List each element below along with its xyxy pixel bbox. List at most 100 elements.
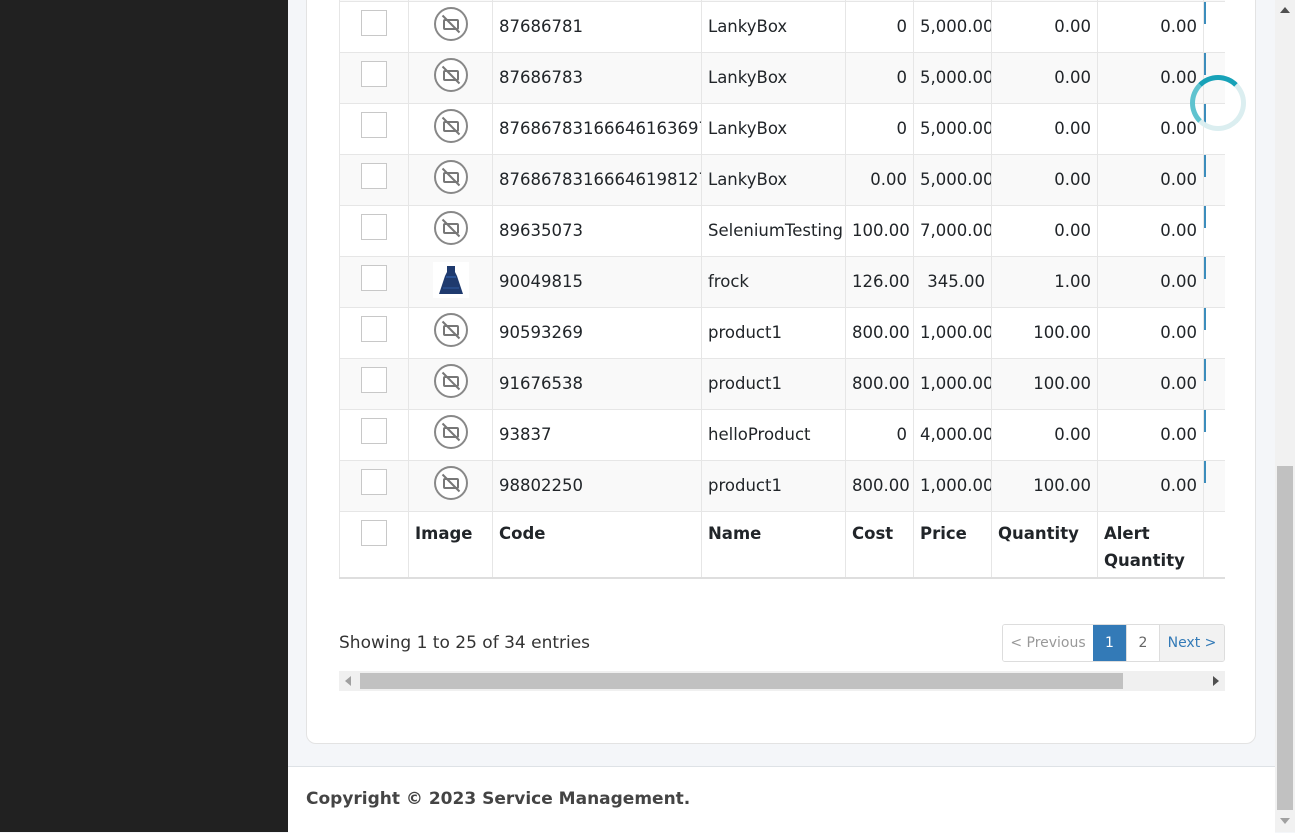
product-image-cell[interactable] bbox=[408, 256, 493, 307]
previous-page-button[interactable]: < Previous bbox=[1003, 625, 1093, 661]
product-name: product1 bbox=[701, 307, 846, 358]
action-button-edge[interactable] bbox=[1204, 307, 1206, 330]
table-row[interactable]: 90593269 product1 800.00 1,000.00 100.00 0.00 bbox=[339, 307, 1225, 358]
action-button-edge[interactable] bbox=[1204, 154, 1206, 177]
product-alert-quantity: 0.00 bbox=[1097, 409, 1204, 460]
action-button-edge[interactable] bbox=[1204, 409, 1206, 432]
product-price: 1,000.00 bbox=[913, 307, 992, 358]
vertical-scrollbar[interactable] bbox=[1275, 0, 1295, 832]
table-row[interactable]: 90049815 frock 126.00 345.00 1.00 0.00 bbox=[339, 256, 1225, 307]
row-select-cell bbox=[339, 256, 409, 307]
table-row[interactable]: 89635073 SeleniumTesting 100.00 7,000.00 0.0… bbox=[339, 205, 1225, 256]
column-header-price[interactable]: Price bbox=[913, 511, 992, 578]
product-cost: 0 bbox=[845, 1, 914, 52]
row-actions-cell bbox=[1203, 460, 1225, 511]
select-all-checkbox[interactable] bbox=[361, 519, 387, 546]
horizontal-scrollbar[interactable] bbox=[339, 671, 1225, 691]
product-code: 87686783 bbox=[492, 52, 702, 103]
row-actions-cell bbox=[1203, 1, 1225, 52]
product-quantity: 100.00 bbox=[991, 460, 1098, 511]
scroll-down-arrow-icon[interactable] bbox=[1280, 818, 1290, 824]
table-body: 86429799product1800.001,000.00100.000.00… bbox=[339, 0, 1225, 511]
product-image-cell[interactable] bbox=[408, 205, 493, 256]
action-button-edge[interactable] bbox=[1204, 358, 1206, 381]
row-checkbox[interactable] bbox=[361, 111, 387, 138]
column-header-quantity[interactable]: Quantity bbox=[991, 511, 1098, 578]
products-table: 86429799product1800.001,000.00100.000.00… bbox=[339, 0, 1225, 579]
row-select-cell bbox=[339, 1, 409, 52]
row-checkbox[interactable] bbox=[361, 468, 387, 495]
table-row[interactable]: 876867831666461981273 LankyBox 0.00 5,000.0… bbox=[339, 154, 1225, 205]
row-actions-cell bbox=[1203, 154, 1225, 205]
action-button-edge[interactable] bbox=[1204, 460, 1206, 483]
product-image-cell[interactable] bbox=[408, 307, 493, 358]
column-header-name[interactable]: Name bbox=[701, 511, 846, 578]
action-button-edge[interactable] bbox=[1204, 52, 1206, 75]
column-header-cost[interactable]: Cost bbox=[845, 511, 914, 578]
table-row[interactable]: 91676538 product1 800.00 1,000.00 100.00 0.00 bbox=[339, 358, 1225, 409]
table-row[interactable]: 98802250 product1 800.00 1,000.00 100.00 0.00 bbox=[339, 460, 1225, 511]
product-image-cell[interactable] bbox=[408, 103, 493, 154]
pagination: < Previous 1 2 Next > bbox=[1002, 624, 1225, 662]
column-header-code[interactable]: Code bbox=[492, 511, 702, 578]
product-quantity: 0.00 bbox=[991, 409, 1098, 460]
scroll-left-arrow-icon[interactable] bbox=[345, 676, 351, 686]
row-select-cell bbox=[339, 409, 409, 460]
product-alert-quantity: 0.00 bbox=[1097, 358, 1204, 409]
product-code: 98802250 bbox=[492, 460, 702, 511]
horizontal-scroll-thumb[interactable] bbox=[360, 673, 1123, 689]
product-code: 87686781 bbox=[492, 1, 702, 52]
product-price: 5,000.00 bbox=[913, 154, 992, 205]
scroll-up-arrow-icon[interactable] bbox=[1280, 7, 1290, 13]
table-row[interactable]: 87686781 LankyBox 0 5,000.00 0.00 0.00 bbox=[339, 1, 1225, 52]
row-checkbox[interactable] bbox=[361, 9, 387, 36]
table-row[interactable]: 93837 helloProduct 0 4,000.00 0.00 0.00 bbox=[339, 409, 1225, 460]
page-1-button[interactable]: 1 bbox=[1093, 625, 1126, 661]
row-checkbox[interactable] bbox=[361, 417, 387, 444]
product-code: 89635073 bbox=[492, 205, 702, 256]
product-image-cell[interactable] bbox=[408, 1, 493, 52]
select-all-cell bbox=[339, 511, 409, 578]
product-image-cell[interactable] bbox=[408, 154, 493, 205]
row-checkbox[interactable] bbox=[361, 213, 387, 240]
row-checkbox[interactable] bbox=[361, 366, 387, 393]
main-content: 86429799product1800.001,000.00100.000.00… bbox=[288, 0, 1275, 833]
product-quantity: 0.00 bbox=[991, 1, 1098, 52]
product-code: 93837 bbox=[492, 409, 702, 460]
column-header-alert-quantity[interactable]: Alert Quantity bbox=[1097, 511, 1204, 578]
row-checkbox[interactable] bbox=[361, 162, 387, 189]
action-button-edge[interactable] bbox=[1204, 205, 1206, 228]
product-image-cell[interactable] bbox=[408, 358, 493, 409]
product-image-cell[interactable] bbox=[408, 409, 493, 460]
table-info: Showing 1 to 25 of 34 entries bbox=[339, 633, 591, 653]
table-row[interactable]: 87686783 LankyBox 0 5,000.00 0.00 0.00 bbox=[339, 52, 1225, 103]
product-name: helloProduct bbox=[701, 409, 846, 460]
vertical-scroll-thumb[interactable] bbox=[1277, 466, 1293, 810]
product-quantity: 0.00 bbox=[991, 205, 1098, 256]
row-checkbox[interactable] bbox=[361, 60, 387, 87]
page-2-button[interactable]: 2 bbox=[1126, 625, 1159, 661]
product-quantity: 0.00 bbox=[991, 52, 1098, 103]
product-price: 1,000.00 bbox=[913, 460, 992, 511]
row-checkbox[interactable] bbox=[361, 264, 387, 291]
row-checkbox[interactable] bbox=[361, 315, 387, 342]
product-cost: 0 bbox=[845, 409, 914, 460]
product-name: product1 bbox=[701, 460, 846, 511]
product-name: frock bbox=[701, 256, 846, 307]
product-cost: 800.00 bbox=[845, 358, 914, 409]
row-select-cell bbox=[339, 154, 409, 205]
product-image-cell[interactable] bbox=[408, 460, 493, 511]
product-image-cell[interactable] bbox=[408, 52, 493, 103]
action-button-edge[interactable] bbox=[1204, 256, 1206, 279]
no-image-icon bbox=[433, 159, 468, 194]
product-name: product1 bbox=[701, 358, 846, 409]
next-page-button[interactable]: Next > bbox=[1159, 625, 1224, 661]
product-alert-quantity: 0.00 bbox=[1097, 154, 1204, 205]
no-image-icon bbox=[433, 57, 468, 92]
table-row[interactable]: 876867831666461636971 LankyBox 0 5,000.00 0.… bbox=[339, 103, 1225, 154]
no-image-icon bbox=[433, 6, 468, 41]
product-cost: 126.00 bbox=[845, 256, 914, 307]
scroll-right-arrow-icon[interactable] bbox=[1213, 676, 1219, 686]
action-button-edge[interactable] bbox=[1204, 1, 1206, 24]
column-header-image[interactable]: Image bbox=[408, 511, 493, 578]
